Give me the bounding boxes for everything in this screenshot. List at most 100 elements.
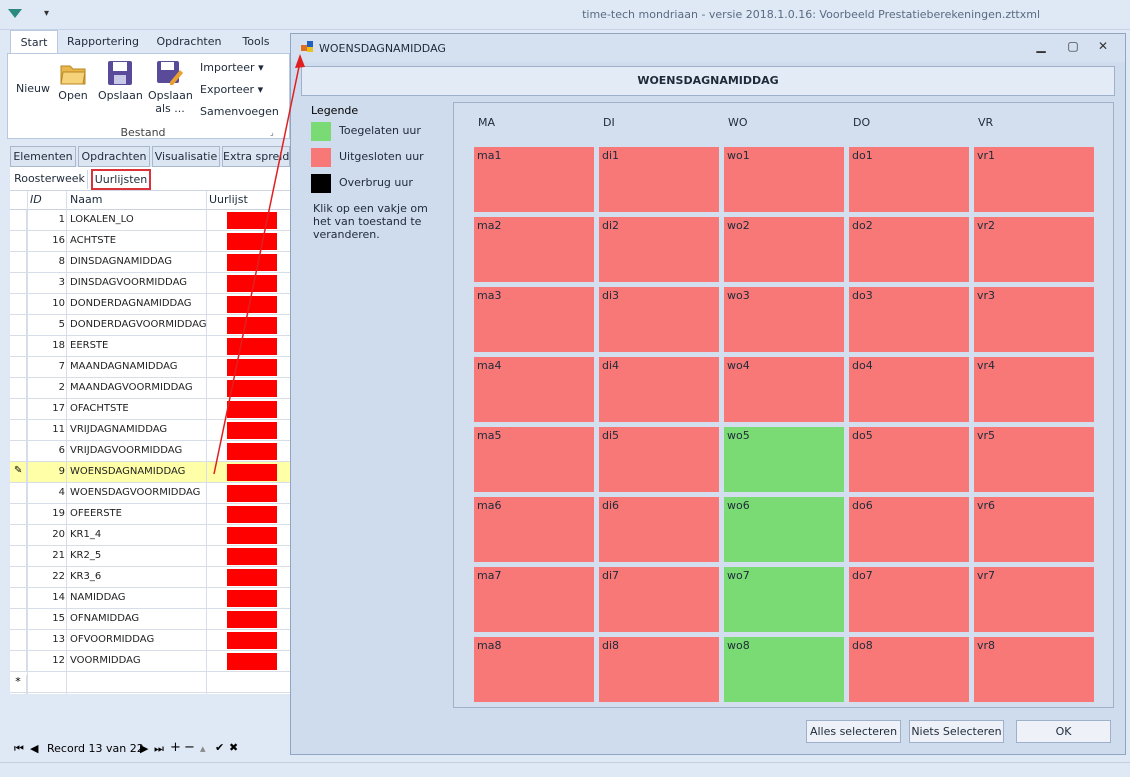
select-all-button[interactable]: Alles selecteren <box>806 720 901 743</box>
delete-record-icon[interactable]: − <box>184 740 195 755</box>
add-record-icon[interactable]: + <box>170 740 181 755</box>
hour-cell[interactable]: do6 <box>849 497 969 562</box>
row-selector[interactable] <box>10 294 27 315</box>
hour-cell[interactable]: ma2 <box>474 217 594 282</box>
hour-cell[interactable]: vr2 <box>974 217 1094 282</box>
tab-uurlijsten[interactable]: Uurlijsten <box>91 169 151 190</box>
row-selector[interactable] <box>10 210 27 231</box>
row-selector[interactable] <box>10 504 27 525</box>
hour-cell[interactable]: vr5 <box>974 427 1094 492</box>
hour-cell[interactable]: do4 <box>849 357 969 422</box>
hour-cell[interactable]: di3 <box>599 287 719 352</box>
row-selector[interactable] <box>10 357 27 378</box>
hour-cell[interactable]: do1 <box>849 147 969 212</box>
previous-record-icon[interactable]: ◀ <box>30 742 38 755</box>
hour-cell[interactable]: di6 <box>599 497 719 562</box>
record-navigator: ⏮ ◀ Record 13 van 22 ▶ ⏭ + − ▴ ✔ ✖ <box>10 738 290 760</box>
hour-cell[interactable]: wo3 <box>724 287 844 352</box>
last-record-icon[interactable]: ⏭ <box>154 742 164 756</box>
row-selector[interactable] <box>10 588 27 609</box>
next-record-icon[interactable]: ▶ <box>140 742 148 755</box>
hour-cell[interactable]: do5 <box>849 427 969 492</box>
table-row[interactable]: 20 KR1_4 <box>10 525 290 546</box>
open-button[interactable]: Open <box>56 60 90 102</box>
save-button[interactable]: Opslaan <box>98 60 143 102</box>
row-selector[interactable] <box>10 399 27 420</box>
hour-cell[interactable]: wo8 <box>724 637 844 702</box>
column-header-naam[interactable]: Naam <box>70 193 102 206</box>
table-row[interactable]: 15 OFNAMIDDAG <box>10 609 290 630</box>
hour-cell[interactable]: di4 <box>599 357 719 422</box>
row-id: 5 <box>58 319 65 330</box>
hour-cell[interactable]: wo7 <box>724 567 844 632</box>
restore-icon[interactable]: ▢ <box>1067 40 1079 53</box>
tab-elementen[interactable]: Elementen <box>10 146 76 167</box>
select-none-button[interactable]: Niets Selecteren <box>909 720 1004 743</box>
hour-cell[interactable]: di1 <box>599 147 719 212</box>
hour-cell[interactable]: wo2 <box>724 217 844 282</box>
tab-opdrachten-elements[interactable]: Opdrachten <box>78 146 150 167</box>
row-selector[interactable] <box>10 546 27 567</box>
row-selector[interactable] <box>10 567 27 588</box>
hour-cell[interactable]: di7 <box>599 567 719 632</box>
hour-cell[interactable]: vr3 <box>974 287 1094 352</box>
hour-cell[interactable]: ma5 <box>474 427 594 492</box>
row-selector[interactable] <box>10 441 27 462</box>
first-record-icon[interactable]: ⏮ <box>14 742 24 756</box>
hour-cell[interactable]: wo1 <box>724 147 844 212</box>
tab-start[interactable]: Start <box>10 30 58 54</box>
row-selector[interactable] <box>10 231 27 252</box>
ok-button[interactable]: OK <box>1016 720 1111 743</box>
minimize-icon[interactable]: ▁ <box>1035 40 1047 53</box>
row-selector[interactable] <box>10 378 27 399</box>
row-selector[interactable] <box>10 252 27 273</box>
hour-cell[interactable]: vr1 <box>974 147 1094 212</box>
table-row[interactable]: 13 OFVOORMIDDAG <box>10 630 290 651</box>
table-row[interactable]: 14 NAMIDDAG <box>10 588 290 609</box>
hour-cell[interactable]: di2 <box>599 217 719 282</box>
hour-cell[interactable]: ma8 <box>474 637 594 702</box>
row-selector[interactable] <box>10 651 27 672</box>
save-record-icon[interactable]: ✔ <box>215 741 224 754</box>
row-selector[interactable] <box>10 420 27 441</box>
hour-cell[interactable]: ma6 <box>474 497 594 562</box>
row-selector[interactable] <box>10 609 27 630</box>
hour-cell[interactable]: ma7 <box>474 567 594 632</box>
hour-cell[interactable]: ma3 <box>474 287 594 352</box>
hour-cell[interactable]: wo4 <box>724 357 844 422</box>
edit-record-icon[interactable]: ▴ <box>200 742 206 755</box>
hour-cell[interactable]: di5 <box>599 427 719 492</box>
tab-rapportering[interactable]: Rapportering <box>64 30 142 54</box>
new-row[interactable]: * <box>10 672 290 694</box>
table-row[interactable]: 12 VOORMIDDAG <box>10 651 290 672</box>
hour-cell[interactable]: wo5 <box>724 427 844 492</box>
tab-roosterweek[interactable]: Roosterweek <box>12 170 88 189</box>
cancel-record-icon[interactable]: ✖ <box>229 741 238 754</box>
column-header-id[interactable]: ID <box>30 193 42 206</box>
new-button[interactable]: Nieuw <box>14 82 52 95</box>
hour-cell[interactable]: do7 <box>849 567 969 632</box>
row-selector[interactable] <box>10 336 27 357</box>
close-icon[interactable]: ✕ <box>1097 40 1109 53</box>
hour-cell[interactable]: di8 <box>599 637 719 702</box>
row-selector[interactable]: ✎ <box>10 462 27 483</box>
hour-cell[interactable]: wo6 <box>724 497 844 562</box>
save-as-button[interactable]: Opslaan als ... <box>148 60 193 115</box>
row-selector[interactable] <box>10 525 27 546</box>
hour-cell[interactable]: vr8 <box>974 637 1094 702</box>
hour-cell[interactable]: ma1 <box>474 147 594 212</box>
row-selector[interactable] <box>10 315 27 336</box>
hour-cell[interactable]: do3 <box>849 287 969 352</box>
table-row[interactable]: 19 OFEERSTE <box>10 504 290 525</box>
row-selector[interactable] <box>10 630 27 651</box>
hour-cell[interactable]: vr7 <box>974 567 1094 632</box>
hour-cell[interactable]: vr6 <box>974 497 1094 562</box>
row-selector[interactable] <box>10 273 27 294</box>
hour-cell[interactable]: ma4 <box>474 357 594 422</box>
hour-cell[interactable]: do2 <box>849 217 969 282</box>
hour-cell[interactable]: do8 <box>849 637 969 702</box>
row-selector[interactable] <box>10 483 27 504</box>
table-row[interactable]: 22 KR3_6 <box>10 567 290 588</box>
hour-cell[interactable]: vr4 <box>974 357 1094 422</box>
table-row[interactable]: 21 KR2_5 <box>10 546 290 567</box>
